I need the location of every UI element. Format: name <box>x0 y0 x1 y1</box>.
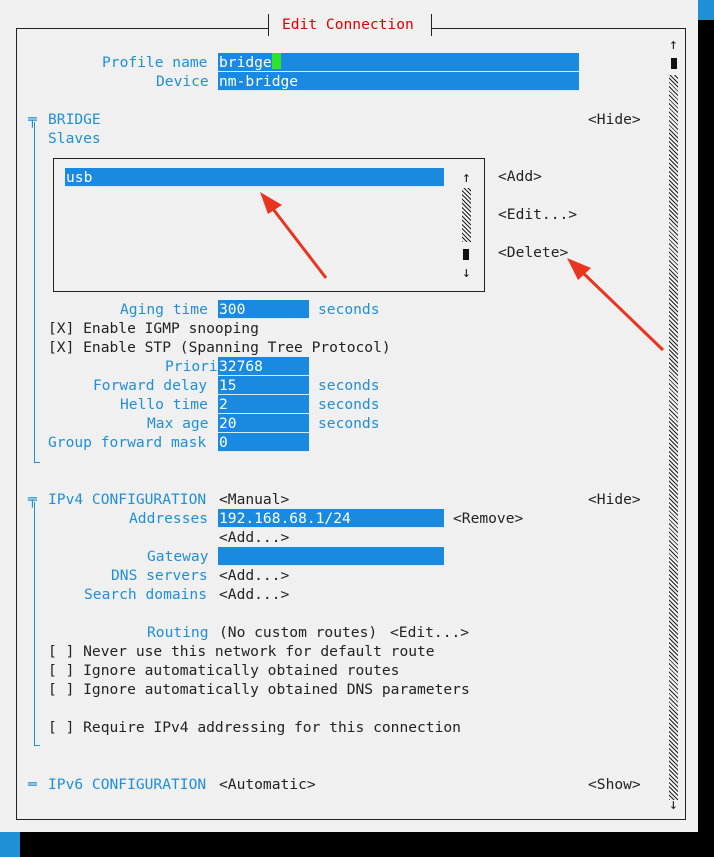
annotation-arrows <box>260 192 665 352</box>
arrow-to-delete-icon <box>567 258 665 352</box>
arrow-to-usb-icon <box>260 192 328 279</box>
